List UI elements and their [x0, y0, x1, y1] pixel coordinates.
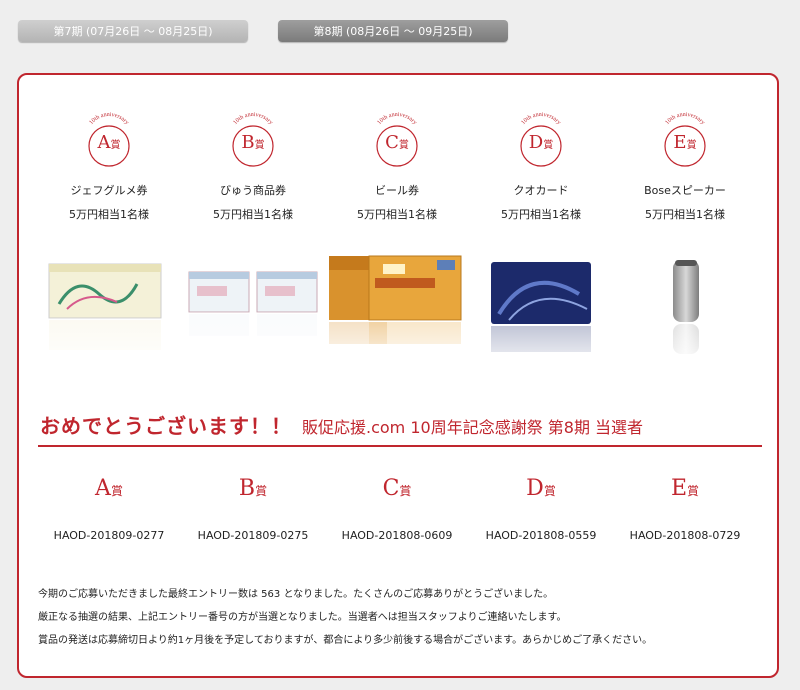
prize-b-suffix: 賞 [254, 140, 265, 151]
prize-d: 10th anniversary D賞 クオカード 5万円相当1名様 [469, 108, 613, 222]
prize-c-value: 5万円相当1名様 [357, 208, 437, 221]
winner-d: D賞 HAOD-201808-0559 [469, 476, 613, 542]
quo-card-image [469, 254, 613, 374]
gift-voucher-image [37, 254, 181, 374]
prize-b-letter: B [241, 132, 255, 153]
winner-c: C賞 HAOD-201808-0609 [325, 476, 469, 542]
section-divider [38, 445, 762, 447]
prize-a: 10th anniversary A賞 ジェフグルメ券 5万円相当1名様 [37, 108, 181, 222]
prize-c-suffix: 賞 [398, 140, 409, 151]
winner-e: E賞 HAOD-201808-0729 [613, 476, 757, 542]
prize-e-name: Boseスピーカー [644, 184, 726, 197]
svg-text:10th anniversary: 10th anniversary [88, 112, 129, 126]
winner-c-id: HAOD-201808-0609 [341, 529, 453, 542]
prize-b-value: 5万円相当1名様 [213, 208, 293, 221]
winner-a-label: A賞 [95, 476, 123, 501]
winner-b-id: HAOD-201809-0275 [197, 529, 309, 542]
prize-a-seal: 10th anniversary A賞 [77, 108, 141, 172]
prize-e-suffix: 賞 [686, 140, 697, 151]
prize-b: 10th anniversary B賞 びゅう商品券 5万円相当1名様 [181, 108, 325, 222]
prize-a-letter: A [97, 132, 111, 153]
winner-e-id: HAOD-201808-0729 [629, 529, 741, 542]
winner-a-id: HAOD-201809-0277 [53, 529, 165, 542]
note-line: 厳正なる抽選の結果、上記エントリー番号の方が当選となりました。当選者へは担当スタ… [38, 612, 567, 623]
winner-d-label: D賞 [526, 476, 556, 501]
prize-a-name: ジェフグルメ券 [70, 184, 148, 197]
beer-voucher-image [325, 254, 469, 374]
prize-c-name: ビール券 [375, 184, 419, 197]
prize-d-seal: 10th anniversary D賞 [509, 108, 573, 172]
prize-e-letter: E [673, 132, 687, 153]
congratulations-text: おめでとうございます！！ [40, 414, 292, 438]
prize-d-letter: D [528, 132, 544, 153]
prize-list: 10th anniversary A賞 ジェフグルメ券 5万円相当1名様 10t… [37, 108, 757, 374]
prize-c: 10th anniversary C賞 ビール券 5万円相当1名様 [325, 108, 469, 222]
note-line: 賞品の発送は応募締切日より約1ヶ月後を予定しておりますが、都合により多少前後する… [38, 635, 653, 646]
prize-d-suffix: 賞 [543, 140, 554, 151]
svg-text:10th anniversary: 10th anniversary [664, 112, 705, 126]
tab-period-8[interactable]: 第8期 (08月26日 ～ 09月25日) [278, 20, 508, 42]
bose-speaker-image [613, 254, 757, 374]
winner-e-label: E賞 [670, 476, 700, 501]
prize-c-letter: C [385, 132, 399, 153]
prize-a-value: 5万円相当1名様 [69, 208, 149, 221]
notes: 今期のご応募いただきました最終エントリー数は 563 となりました。たくさんのご… [38, 583, 758, 652]
winner-c-label: C賞 [382, 476, 412, 501]
prize-a-suffix: 賞 [110, 140, 121, 151]
prize-d-name: クオカード [513, 184, 569, 197]
prize-b-seal: 10th anniversary B賞 [221, 108, 285, 172]
svg-text:10th anniversary: 10th anniversary [232, 112, 273, 126]
prize-d-value: 5万円相当1名様 [501, 208, 581, 221]
prize-e-seal: 10th anniversary E賞 [653, 108, 717, 172]
winner-b: B賞 HAOD-201809-0275 [181, 476, 325, 542]
winners-heading: おめでとうございます！！ 販促応援.com 10周年記念感謝祭 第8期 当選者 [40, 410, 762, 439]
winner-d-id: HAOD-201808-0559 [485, 529, 597, 542]
tab-period-7[interactable]: 第7期 (07月26日 ～ 08月25日) [18, 20, 248, 42]
prize-b-name: びゅう商品券 [220, 184, 286, 197]
svg-text:10th anniversary: 10th anniversary [376, 112, 417, 126]
prize-e-value: 5万円相当1名様 [645, 208, 725, 221]
winners-subtitle: 販促応援.com 10周年記念感謝祭 第8期 当選者 [302, 418, 644, 437]
prize-c-seal: 10th anniversary C賞 [365, 108, 429, 172]
note-line: 今期のご応募いただきました最終エントリー数は 563 となりました。たくさんのご… [38, 589, 554, 600]
winner-b-label: B賞 [238, 476, 268, 501]
winner-a: A賞 HAOD-201809-0277 [37, 476, 181, 542]
svg-text:10th anniversary: 10th anniversary [520, 112, 561, 126]
prize-e: 10th anniversary E賞 Boseスピーカー 5万円相当1名様 [613, 108, 757, 222]
travel-voucher-image [181, 254, 325, 374]
